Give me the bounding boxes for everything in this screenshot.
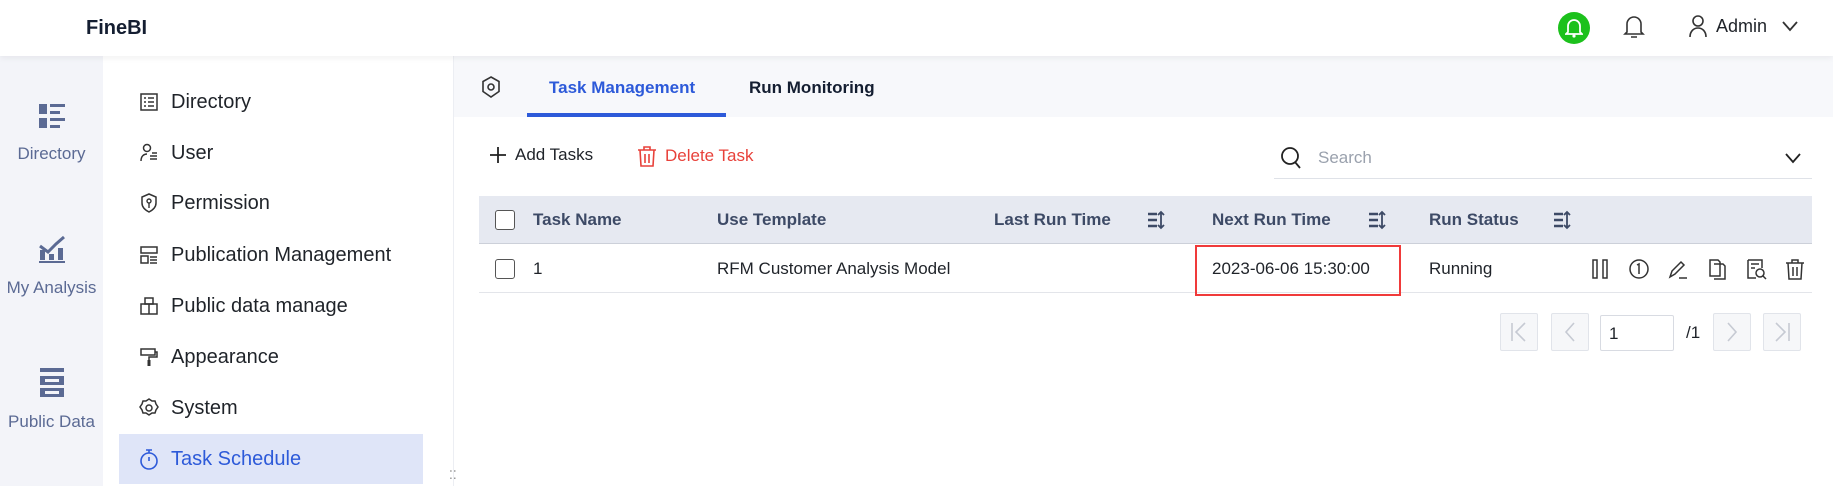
sort-icon[interactable] (1147, 196, 1165, 244)
search-icon (1281, 146, 1301, 169)
search-input[interactable]: Search (1274, 137, 1812, 179)
page-total: /1 (1686, 323, 1701, 342)
bell-icon[interactable] (1623, 15, 1645, 44)
user-menu[interactable]: Admin (1688, 14, 1799, 38)
column-task-name: Task Name (533, 210, 622, 229)
sidebar-item-appearance[interactable]: Appearance (119, 332, 423, 382)
gear-icon (139, 398, 159, 416)
copy-icon[interactable] (1706, 258, 1728, 280)
table-row[interactable]: 1 RFM Customer Analysis Model 2023-06-06… (479, 244, 1812, 296)
sidebar-item-label: Publication Management (171, 243, 392, 266)
sidebar-item-permission[interactable]: Permission (119, 178, 423, 228)
tab-run-monitoring[interactable]: Run Monitoring (749, 78, 875, 98)
user-list-icon (140, 143, 157, 162)
rail-label: Directory (17, 144, 86, 163)
page-number-input[interactable]: 1 (1600, 315, 1674, 351)
sidebar-item-task-schedule[interactable]: Task Schedule (119, 434, 423, 484)
row-actions (1589, 244, 1806, 293)
sidebar-item-label: Appearance (171, 345, 279, 368)
column-last-run-time: Last Run Time (994, 210, 1111, 229)
user-icon (1689, 15, 1707, 38)
rail-item-directory[interactable]: Directory (0, 102, 103, 164)
sidebar-item-label: Task Schedule (171, 447, 302, 470)
analysis-chart-icon (38, 235, 65, 263)
cell-status: Running (1429, 258, 1493, 278)
sidebar-item-label: User (171, 141, 214, 164)
delete-task-label: Delete Task (665, 146, 754, 165)
sidebar-item-user[interactable]: User (119, 128, 423, 178)
sidebar-item-label: Public data manage (171, 294, 348, 317)
highlight-box (1195, 245, 1401, 296)
task-management-panel: Add Tasks Delete Task Search Task Name U… (454, 117, 1833, 486)
tab-bar: Task Management Run Monitoring (454, 56, 1833, 117)
app-logo: FineBI (86, 17, 148, 39)
delete-task-button[interactable]: Delete Task (637, 145, 754, 167)
chevron-down-icon[interactable] (1784, 152, 1802, 164)
sidebar-item-public-data-manage[interactable]: Public data manage (119, 281, 423, 331)
top-header: FineBI Admin (0, 0, 1833, 56)
next-page-button[interactable] (1713, 313, 1751, 351)
run-once-icon[interactable] (1628, 258, 1650, 280)
sidebar-item-publication-management[interactable]: Publication Management (119, 230, 423, 280)
cell-task-name: 1 (533, 258, 543, 278)
shield-icon (141, 193, 157, 213)
management-sidebar: Directory User Permission Publication Ma… (103, 56, 457, 486)
view-log-icon[interactable] (1745, 258, 1767, 280)
publication-icon (140, 246, 158, 264)
list-icon (140, 93, 158, 111)
settings-gear-icon[interactable] (481, 76, 501, 103)
directory-icon (38, 104, 65, 128)
paint-roller-icon (140, 348, 158, 366)
module-rail: Directory My Analysis Public Data (0, 56, 103, 486)
rail-label: My Analysis (6, 278, 97, 297)
row-checkbox[interactable] (495, 244, 515, 293)
notification-bell-green-icon[interactable] (1558, 12, 1590, 44)
column-use-template: Use Template (717, 210, 827, 229)
sidebar-item-label: System (171, 396, 238, 419)
cell-template: RFM Customer Analysis Model (717, 258, 951, 278)
plus-icon (490, 147, 506, 163)
column-run-status: Run Status (1429, 210, 1519, 229)
sort-icon[interactable] (1368, 196, 1386, 244)
rail-label: Public Data (8, 412, 95, 431)
table-header: Task Name Use Template Last Run Time Nex… (479, 196, 1812, 244)
sidebar-item-label: Permission (171, 191, 270, 214)
edit-icon[interactable] (1667, 258, 1689, 280)
search-placeholder: Search (1318, 147, 1372, 167)
rail-item-my-analysis[interactable]: My Analysis (0, 234, 103, 298)
sidebar-item-label: Directory (171, 90, 252, 113)
stopwatch-icon (140, 449, 158, 470)
tab-task-management[interactable]: Task Management (549, 78, 695, 98)
add-tasks-label: Add Tasks (515, 145, 594, 164)
trash-icon (638, 146, 656, 167)
prev-page-button[interactable] (1551, 313, 1589, 351)
user-name: Admin (1716, 15, 1768, 36)
last-page-button[interactable] (1763, 313, 1801, 351)
sort-icon[interactable] (1553, 196, 1571, 244)
public-data-icon (39, 368, 64, 397)
rail-item-public-data[interactable]: Public Data (0, 366, 103, 432)
sidebar-item-system[interactable]: System (119, 383, 423, 433)
column-next-run-time: Next Run Time (1212, 210, 1331, 229)
add-tasks-button[interactable]: Add Tasks (489, 145, 593, 165)
pause-icon[interactable] (1589, 258, 1611, 280)
sidebar-item-directory[interactable]: Directory (119, 77, 423, 127)
first-page-button[interactable] (1500, 313, 1538, 351)
select-all-checkbox[interactable] (495, 196, 515, 244)
delete-icon[interactable] (1784, 258, 1806, 280)
chevron-down-icon (1782, 21, 1798, 32)
package-icon (140, 297, 158, 315)
